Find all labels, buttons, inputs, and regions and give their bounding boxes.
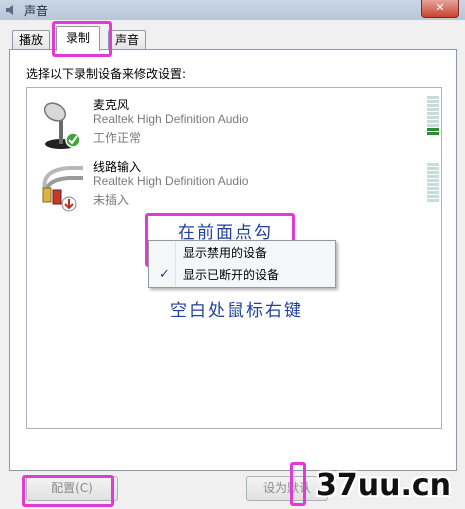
menu-item-show-disabled[interactable]: 显示禁用的设备 — [149, 242, 335, 264]
speaker-icon — [6, 5, 13, 15]
watermark-logo: 37uu.cn — [316, 468, 451, 503]
level-meter — [427, 96, 439, 136]
device-status: 工作正常 — [93, 131, 142, 145]
device-name: 线路输入 — [93, 160, 142, 174]
check-icon: ✓ — [159, 267, 170, 282]
tab-sounds[interactable]: 声音 — [108, 30, 147, 50]
level-meter — [427, 163, 439, 203]
menu-item-show-disconnected[interactable]: ✓ 显示已断开的设备 — [149, 264, 335, 286]
menu-item-label: 显示已断开的设备 — [183, 268, 280, 282]
annotation-highlight-configure — [22, 475, 114, 507]
context-menu: 显示禁用的设备 ✓ 显示已断开的设备 — [148, 240, 336, 288]
close-button[interactable]: ✕ — [421, 0, 459, 18]
microphone-icon — [43, 102, 81, 149]
menu-item-label: 显示禁用的设备 — [183, 246, 268, 260]
annotation-note-rightclick: 空白处鼠标右键 — [170, 301, 303, 321]
device-driver: Realtek High Definition Audio — [93, 112, 249, 126]
annotation-highlight-tab — [52, 21, 112, 57]
title-bar: 声音 ✕ — [0, 0, 465, 20]
line-in-cable-icon — [42, 166, 83, 212]
device-name: 麦克风 — [93, 98, 130, 112]
instruction-text: 选择以下录制设备来修改设置: — [26, 67, 187, 81]
window-title: 声音 — [24, 4, 49, 18]
device-driver: Realtek High Definition Audio — [93, 174, 249, 188]
device-status: 未插入 — [93, 193, 130, 207]
tab-playback[interactable]: 播放 — [12, 30, 51, 50]
annotation-highlight-default — [290, 462, 306, 506]
